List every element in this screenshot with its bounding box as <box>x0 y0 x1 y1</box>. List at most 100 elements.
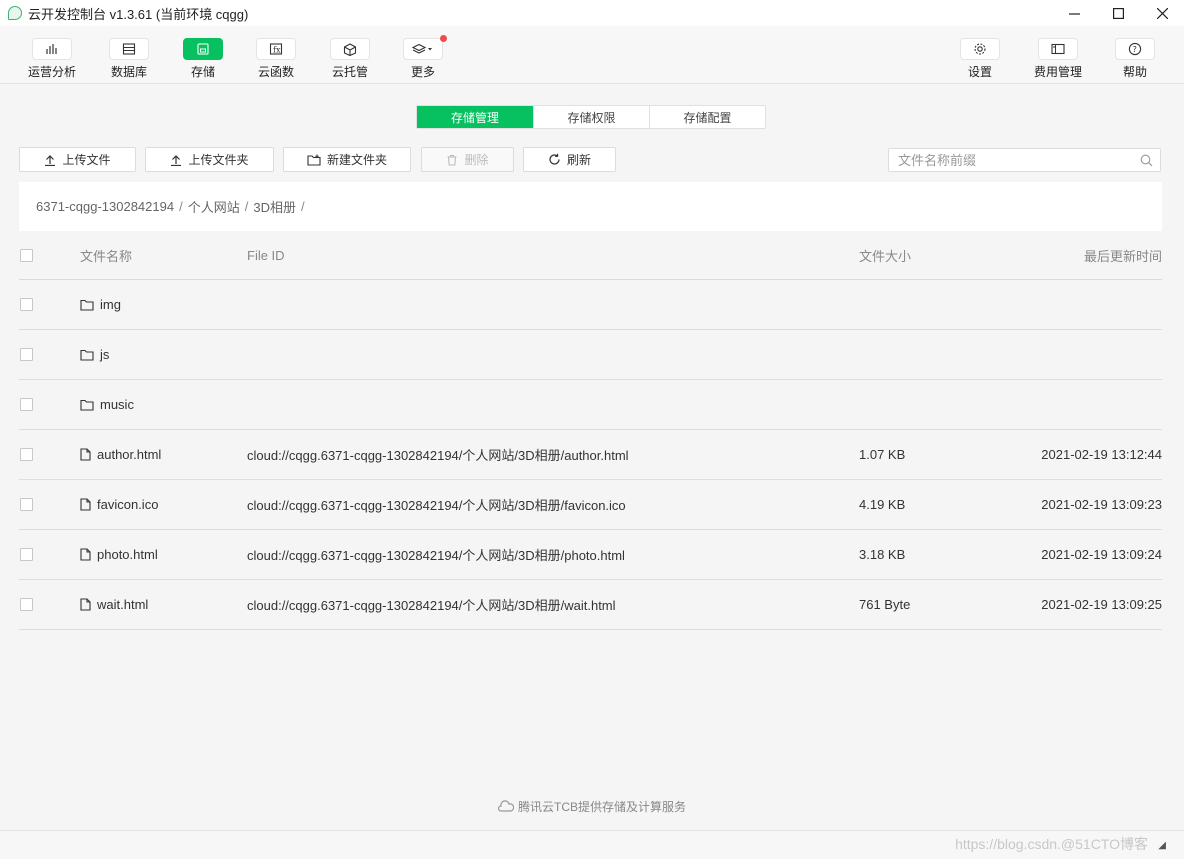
table-row[interactable]: photo.html cloud://cqgg.6371-cqgg-1302842… <box>19 530 1162 580</box>
file-name[interactable]: author.html <box>97 447 161 462</box>
update-time: 2021-02-19 13:09:23 <box>1041 497 1162 512</box>
database-icon <box>109 38 149 60</box>
upload-icon <box>45 154 56 166</box>
row-checkbox[interactable] <box>20 498 33 511</box>
new-folder-label: 新建文件夹 <box>326 153 387 167</box>
app-logo-icon <box>8 6 22 20</box>
title-bar: 云开发控制台 v1.3.61 (当前环境 cqgg) <box>0 0 1184 26</box>
breadcrumb-separator: / <box>244 199 249 214</box>
breadcrumb-item-env[interactable]: 6371-cqgg-1302842194 <box>36 199 174 214</box>
table-row[interactable]: author.html cloud://cqgg.6371-cqgg-130284… <box>19 430 1162 480</box>
new-folder-icon <box>307 154 321 166</box>
table-row[interactable]: music <box>19 380 1162 430</box>
new-folder-button[interactable]: 新建文件夹 <box>283 147 411 172</box>
footer-text: 腾讯云TCB提供存储及计算服务 <box>517 800 686 814</box>
toolbar-item-more[interactable]: 更多 <box>391 35 455 80</box>
toolbar-item-storage[interactable]: 存储 <box>171 38 235 80</box>
bar-chart-icon <box>32 38 72 60</box>
table-row[interactable]: js <box>19 330 1162 380</box>
breadcrumb: 6371-cqgg-1302842194 / 个人网站 / 3D相册 / <box>19 182 1162 231</box>
header-file-size[interactable]: 文件大小 <box>859 231 911 279</box>
layers-icon <box>403 35 447 60</box>
toolbar-label: 运营分析 <box>27 65 76 79</box>
file-id: cloud://cqgg.6371-cqgg-1302842194/个人网站/3… <box>247 498 626 513</box>
header-file-id: File ID <box>247 247 285 263</box>
file-name[interactable]: favicon.ico <box>97 497 158 512</box>
upload-file-button[interactable]: 上传文件 <box>19 147 136 172</box>
row-checkbox[interactable] <box>20 298 33 311</box>
delete-button[interactable]: 删除 <box>421 147 514 172</box>
file-name[interactable]: img <box>100 297 121 312</box>
file-name[interactable]: photo.html <box>97 547 158 562</box>
search-icon[interactable] <box>1140 154 1153 170</box>
file-name[interactable]: wait.html <box>97 597 148 612</box>
file-name[interactable]: js <box>100 347 109 362</box>
trash-icon <box>447 154 457 166</box>
file-size: 4.19 KB <box>859 497 906 512</box>
maximize-button[interactable] <box>1096 0 1140 26</box>
minimize-button[interactable] <box>1052 0 1096 26</box>
watermark: https://blog.csdn.@51CTO博客 <box>955 836 1148 852</box>
storage-tabs: 存储管理 存储权限 存储配置 <box>416 105 766 129</box>
toolbar-item-help[interactable]: ? 帮助 <box>1103 38 1167 80</box>
toolbar-item-analytics[interactable]: 运营分析 <box>20 38 84 80</box>
file-size: 1.07 KB <box>859 447 906 462</box>
toolbar-item-cloud-hosting[interactable]: 云托管 <box>318 38 382 80</box>
table-header: 文件名称 File ID 文件大小 最后更新时间 <box>19 231 1162 280</box>
gear-icon <box>960 38 1000 60</box>
file-id: cloud://cqgg.6371-cqgg-1302842194/个人网站/3… <box>247 548 625 563</box>
toolbar-item-functions[interactable]: fx 云函数 <box>244 38 308 80</box>
minimize-icon <box>1068 12 1080 15</box>
update-time: 2021-02-19 13:09:24 <box>1041 547 1162 562</box>
toolbar-label: 费用管理 <box>1033 65 1082 79</box>
toolbar-label: 更多 <box>410 65 435 79</box>
billing-icon <box>1038 38 1078 60</box>
header-file-name[interactable]: 文件名称 <box>80 231 132 279</box>
tab-storage-config[interactable]: 存储配置 <box>649 106 765 128</box>
refresh-icon <box>549 153 560 165</box>
breadcrumb-item-folder[interactable]: 个人网站 <box>188 197 240 216</box>
tab-storage-permissions[interactable]: 存储权限 <box>533 106 649 128</box>
header-update-time[interactable]: 最后更新时间 <box>1084 231 1162 279</box>
function-icon: fx <box>256 38 296 60</box>
search-box <box>888 148 1161 172</box>
main-toolbar: 运营分析 数据库 存储 fx 云函数 云托管 更多 设置 费用管理 ? 帮助 <box>0 26 1184 84</box>
row-checkbox[interactable] <box>20 348 33 361</box>
toolbar-label: 存储 <box>190 65 215 79</box>
upload-folder-label: 上传文件夹 <box>188 153 249 167</box>
search-input[interactable] <box>898 152 1128 168</box>
update-time: 2021-02-19 13:12:44 <box>1041 447 1162 462</box>
tab-storage-management[interactable]: 存储管理 <box>417 106 533 128</box>
row-checkbox[interactable] <box>20 398 33 411</box>
delete-label: 删除 <box>464 153 489 167</box>
select-all-checkbox[interactable] <box>20 248 33 262</box>
toolbar-item-billing[interactable]: 费用管理 <box>1026 38 1090 80</box>
close-window-button[interactable] <box>1140 0 1184 26</box>
folder-icon <box>80 349 94 361</box>
row-checkbox[interactable] <box>20 448 33 461</box>
footer: 腾讯云TCB提供存储及计算服务 <box>0 798 1184 815</box>
table-row[interactable]: wait.html cloud://cqgg.6371-cqgg-13028421… <box>19 580 1162 630</box>
folder-icon <box>80 399 94 411</box>
file-icon <box>80 448 91 461</box>
toolbar-item-database[interactable]: 数据库 <box>97 38 161 80</box>
file-icon <box>80 548 91 561</box>
breadcrumb-separator: / <box>179 199 183 214</box>
file-size: 3.18 KB <box>859 547 906 562</box>
toolbar-label: 设置 <box>967 65 992 79</box>
breadcrumb-item-current[interactable]: 3D相册 <box>253 197 296 216</box>
row-checkbox[interactable] <box>20 548 33 561</box>
row-checkbox[interactable] <box>20 598 33 611</box>
file-name[interactable]: music <box>100 397 134 412</box>
toolbar-label: 数据库 <box>110 65 147 79</box>
refresh-button[interactable]: 刷新 <box>523 147 616 172</box>
toolbar-item-settings[interactable]: 设置 <box>948 38 1012 80</box>
upload-folder-button[interactable]: 上传文件夹 <box>145 147 274 172</box>
file-id: cloud://cqgg.6371-cqgg-1302842194/个人网站/3… <box>247 448 629 463</box>
resize-grip-icon[interactable]: ◢ <box>1158 840 1166 851</box>
table-row[interactable]: img <box>19 280 1162 330</box>
toolbar-label: 云托管 <box>331 65 368 79</box>
table-row[interactable]: favicon.ico cloud://cqgg.6371-cqgg-130284… <box>19 480 1162 530</box>
window-title: 云开发控制台 v1.3.61 (当前环境 cqgg) <box>28 6 249 22</box>
close-icon <box>1156 7 1168 19</box>
